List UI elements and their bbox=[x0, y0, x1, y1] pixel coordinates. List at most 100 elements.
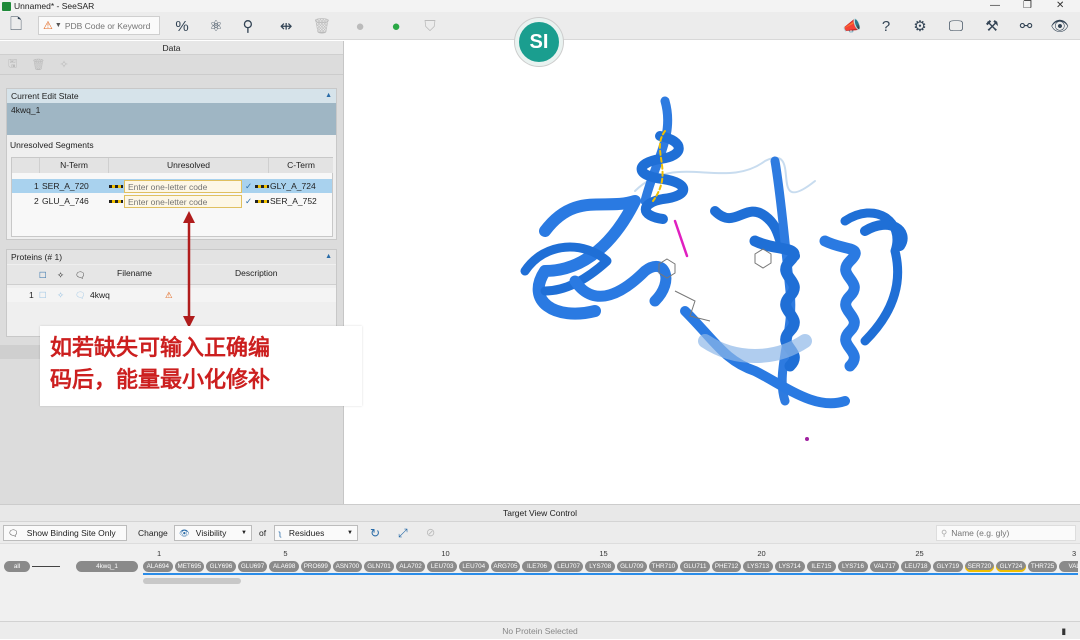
sequence-scrollbar[interactable] bbox=[143, 578, 241, 584]
bond-tool-icon[interactable]: ⚲ bbox=[238, 16, 258, 36]
minimize-button[interactable]: — bbox=[990, 0, 1000, 12]
unresolved-sequence-input[interactable] bbox=[124, 195, 242, 208]
comment-icon[interactable]: 🗨 bbox=[75, 268, 86, 282]
unresolved-sequence-input[interactable] bbox=[124, 180, 242, 193]
residue-pill[interactable]: ARG705 bbox=[490, 561, 521, 572]
announce-icon[interactable]: 📣 bbox=[842, 16, 862, 36]
all-chains-pill[interactable]: all bbox=[4, 561, 30, 572]
residue-pill[interactable]: THR725 bbox=[1027, 561, 1058, 572]
residue-pill[interactable]: THR710 bbox=[648, 561, 679, 572]
tools-icon[interactable]: ⚒ bbox=[982, 16, 1002, 36]
collapse-icon[interactable]: ▲ bbox=[325, 250, 332, 264]
step-icon[interactable]: ● bbox=[350, 16, 370, 36]
percent-tool-icon[interactable]: % bbox=[172, 16, 192, 36]
residue-pill[interactable]: MET695 bbox=[174, 561, 205, 572]
gear-icon[interactable]: ⚙ bbox=[910, 16, 930, 36]
dropdown-arrow-icon[interactable]: ▼ bbox=[55, 22, 62, 29]
row-index: 1 bbox=[34, 181, 39, 191]
data-panel-title: Data bbox=[0, 41, 343, 55]
residue-pill[interactable]: GLN701 bbox=[364, 561, 394, 572]
row-index: 1 bbox=[29, 290, 34, 300]
cterm-column-header[interactable]: C-Term bbox=[269, 158, 333, 173]
nterm-column-header[interactable]: N-Term bbox=[40, 158, 109, 173]
edit-state-header[interactable]: Current Edit State ▲ bbox=[7, 89, 336, 103]
close-button[interactable]: ✕ bbox=[1056, 0, 1064, 12]
document-icon[interactable]: 🗋 bbox=[6, 16, 26, 36]
residue-pill[interactable]: LEU718 bbox=[901, 561, 931, 572]
eye-icon[interactable]: 👁 bbox=[1050, 16, 1070, 36]
residues-label: Residues bbox=[288, 528, 325, 538]
save-icon[interactable]: 🖫 bbox=[8, 55, 17, 74]
proteins-column-bar: ☐ ✧ 🗨 Filename Description bbox=[7, 265, 336, 285]
pin-icon[interactable]: ✧ bbox=[57, 268, 64, 282]
pdb-search-box[interactable]: ⚠ ▼ bbox=[38, 16, 160, 35]
change-label: Change bbox=[138, 528, 168, 538]
trash-icon[interactable]: 🗑 bbox=[31, 58, 45, 71]
link-tool-icon[interactable]: ⇹ bbox=[276, 16, 296, 36]
residue-pill[interactable]: GLU711 bbox=[680, 561, 710, 572]
residue-pill[interactable]: GLY696 bbox=[206, 561, 236, 572]
help-icon[interactable]: ? bbox=[876, 16, 896, 36]
measure-icon[interactable]: ⤢ bbox=[398, 525, 408, 541]
atom-tool-icon[interactable]: ⚛ bbox=[206, 16, 226, 36]
residue-pill[interactable]: ASN700 bbox=[332, 561, 363, 572]
shield-icon[interactable]: ⛉ bbox=[420, 16, 440, 36]
residue-pill[interactable]: GLU709 bbox=[617, 561, 647, 572]
maximize-button[interactable]: ❐ bbox=[1023, 0, 1032, 12]
comment-icon[interactable]: 🗨 bbox=[75, 288, 86, 302]
residue-pill[interactable]: LYS713 bbox=[743, 561, 773, 572]
molecule-icon[interactable]: ⚯ bbox=[1016, 16, 1036, 36]
residue-pill[interactable]: PRO699 bbox=[301, 561, 331, 572]
residue-pill[interactable]: ILE706 bbox=[522, 561, 552, 572]
warning-icon[interactable]: ⚠ bbox=[165, 288, 173, 302]
pdb-search-input[interactable] bbox=[64, 20, 155, 31]
residue-pill[interactable]: GLY724 bbox=[996, 561, 1026, 572]
binding-site-toggle[interactable]: 🗨 Show Binding Site Only bbox=[3, 525, 127, 541]
residue-pill[interactable]: SER720 bbox=[964, 561, 995, 572]
residue-pill[interactable]: ALA702 bbox=[395, 561, 426, 572]
monitor-icon[interactable]: 🖵 bbox=[946, 16, 966, 36]
residue-pill[interactable]: LEU703 bbox=[427, 561, 457, 572]
residue-pill[interactable]: ALA698 bbox=[269, 561, 299, 572]
residue-pill[interactable]: ILE715 bbox=[806, 561, 837, 572]
notification-icon[interactable]: ▮ bbox=[1061, 622, 1066, 640]
pin-icon[interactable]: ✧ bbox=[59, 58, 68, 71]
proteins-header[interactable]: Proteins (# 1) ▲ bbox=[7, 250, 336, 264]
reset-icon[interactable]: ↻ bbox=[370, 525, 380, 541]
residue-name-search[interactable]: ⚲ bbox=[936, 525, 1076, 541]
checkbox-icon[interactable]: ☐ bbox=[39, 288, 47, 302]
residue-pill[interactable]: LYS716 bbox=[838, 561, 868, 572]
residue-pill[interactable]: VAL717 bbox=[869, 561, 900, 572]
residue-pill[interactable]: LYS714 bbox=[775, 561, 805, 572]
residue-pill[interactable]: VAL bbox=[1059, 561, 1078, 572]
refresh-icon[interactable]: ● bbox=[386, 16, 406, 36]
residue-icon: ʅ bbox=[279, 528, 281, 538]
residue-pill[interactable]: LEU704 bbox=[459, 561, 489, 572]
nterm-cell: SER_A_720 bbox=[42, 181, 89, 191]
residue-pill[interactable]: LEU707 bbox=[553, 561, 584, 572]
checkbox-icon[interactable]: ☐ bbox=[39, 268, 47, 282]
chevron-down-icon: ▼ bbox=[347, 530, 353, 536]
residue-search-input[interactable] bbox=[951, 528, 1062, 538]
residues-select[interactable]: ʅ Residues ▼ bbox=[274, 525, 358, 541]
pin-icon[interactable]: ✧ bbox=[57, 288, 64, 302]
residue-pill[interactable]: PHE712 bbox=[711, 561, 742, 572]
residue-pill[interactable]: GLU697 bbox=[237, 561, 268, 572]
unresolved-column-header[interactable]: Unresolved bbox=[109, 158, 269, 173]
status-bar: No Protein Selected ▮ bbox=[0, 621, 1080, 639]
sequence-tick-label: 25 bbox=[915, 549, 924, 558]
visibility-select[interactable]: 👁 Visibility ▼ bbox=[174, 525, 252, 541]
protein-chain-pill[interactable]: 4kwq_1 bbox=[76, 561, 138, 572]
collapse-icon[interactable]: ▲ bbox=[325, 89, 332, 103]
residue-pill[interactable]: LYS708 bbox=[585, 561, 615, 572]
table-row[interactable]: 1 ☐ ✧ 🗨 4kwq ⚠ bbox=[7, 288, 336, 302]
description-column-header[interactable]: Description bbox=[235, 266, 278, 280]
filename-column-header[interactable]: Filename bbox=[117, 266, 152, 280]
delete-icon[interactable]: 🗑 bbox=[312, 16, 332, 36]
residue-pill[interactable]: GLY719 bbox=[933, 561, 963, 572]
hide-icon[interactable]: ⊘ bbox=[426, 525, 435, 541]
warning-icon[interactable]: ⚠ bbox=[43, 19, 53, 32]
residue-pill[interactable]: ALA694 bbox=[143, 561, 173, 572]
protein-3d-viewer[interactable] bbox=[345, 41, 1080, 504]
binding-site-icon: 🗨 bbox=[8, 528, 19, 538]
